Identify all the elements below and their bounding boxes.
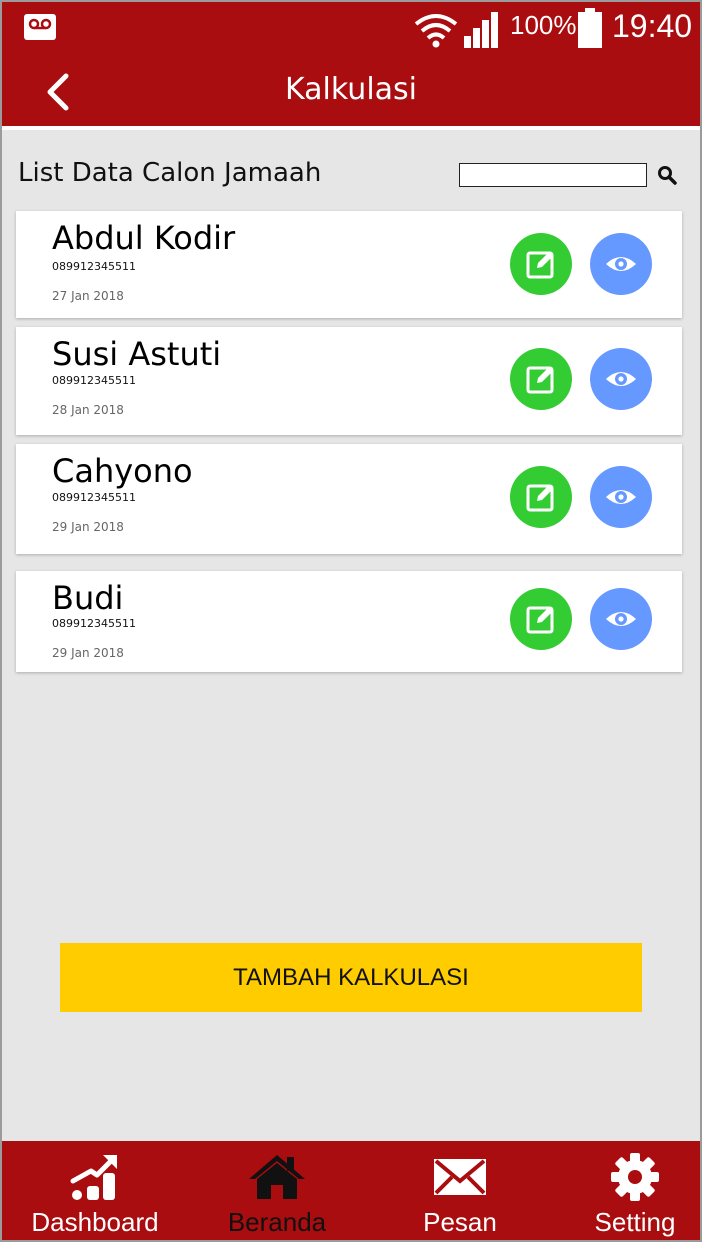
edit-icon <box>526 366 554 394</box>
list-title: List Data Calon Jamaah <box>18 158 322 188</box>
item-date: 28 Jan 2018 <box>52 403 124 417</box>
voicemail-icon <box>24 14 56 40</box>
item-phone: 089912345511 <box>52 491 136 504</box>
nav-item-setting[interactable]: Setting <box>550 1141 700 1240</box>
home-icon <box>249 1155 305 1199</box>
nav-label: Pesan <box>423 1207 497 1237</box>
status-time: 19:40 <box>612 8 693 44</box>
nav-label: Dashboard <box>31 1207 159 1237</box>
list-item[interactable]: Susi Astuti 089912345511 28 Jan 2018 <box>16 327 682 435</box>
nav-label: Setting <box>594 1207 676 1237</box>
app-bar-divider <box>2 126 700 130</box>
item-name: Abdul Kodir <box>52 219 236 257</box>
nav-label: Beranda <box>227 1207 327 1237</box>
edit-icon <box>526 251 554 279</box>
view-button[interactable] <box>590 233 652 295</box>
list-item[interactable]: Cahyono 089912345511 29 Jan 2018 <box>16 444 682 554</box>
edit-button[interactable] <box>510 233 572 295</box>
item-date: 27 Jan 2018 <box>52 289 124 303</box>
battery-percent: 100% <box>510 10 577 40</box>
edit-icon <box>526 606 554 634</box>
app-screen: 100% 19:40 Kalkulasi List Data Calon Jam… <box>0 0 702 1242</box>
battery-icon <box>578 8 602 48</box>
item-name: Susi Astuti <box>52 335 222 373</box>
page-title: Kalkulasi <box>284 72 417 107</box>
view-button[interactable] <box>590 588 652 650</box>
edit-icon <box>526 484 554 512</box>
search-icon[interactable] <box>657 165 677 185</box>
item-name: Cahyono <box>52 452 193 490</box>
eye-icon <box>606 612 636 626</box>
nav-item-beranda[interactable]: Beranda <box>192 1141 362 1240</box>
view-button[interactable] <box>590 348 652 410</box>
app-bar: Kalkulasi <box>2 58 700 126</box>
view-button[interactable] <box>590 466 652 528</box>
gear-icon <box>611 1153 659 1201</box>
edit-button[interactable] <box>510 588 572 650</box>
chart-icon <box>70 1155 117 1200</box>
signal-icon <box>464 12 498 48</box>
eye-icon <box>606 372 636 386</box>
mail-icon <box>434 1159 486 1195</box>
list-item[interactable]: Budi 089912345511 29 Jan 2018 <box>16 571 682 672</box>
item-date: 29 Jan 2018 <box>52 520 124 534</box>
edit-button[interactable] <box>510 466 572 528</box>
bottom-nav: Dashboard Beranda Pesan Setting <box>2 1141 700 1240</box>
add-calculation-button[interactable]: TAMBAH KALKULASI <box>60 943 642 1012</box>
list-item[interactable]: Abdul Kodir 089912345511 27 Jan 2018 <box>16 211 682 318</box>
nav-item-pesan[interactable]: Pesan <box>375 1141 545 1240</box>
status-bar: 100% 19:40 <box>2 2 700 58</box>
item-phone: 089912345511 <box>52 617 136 630</box>
nav-item-dashboard[interactable]: Dashboard <box>10 1141 180 1240</box>
eye-icon <box>606 490 636 504</box>
eye-icon <box>606 257 636 271</box>
item-phone: 089912345511 <box>52 374 136 387</box>
item-phone: 089912345511 <box>52 260 136 273</box>
item-date: 29 Jan 2018 <box>52 646 124 660</box>
edit-button[interactable] <box>510 348 572 410</box>
wifi-icon <box>414 14 458 48</box>
item-name: Budi <box>52 579 124 617</box>
search-input[interactable] <box>459 163 647 187</box>
